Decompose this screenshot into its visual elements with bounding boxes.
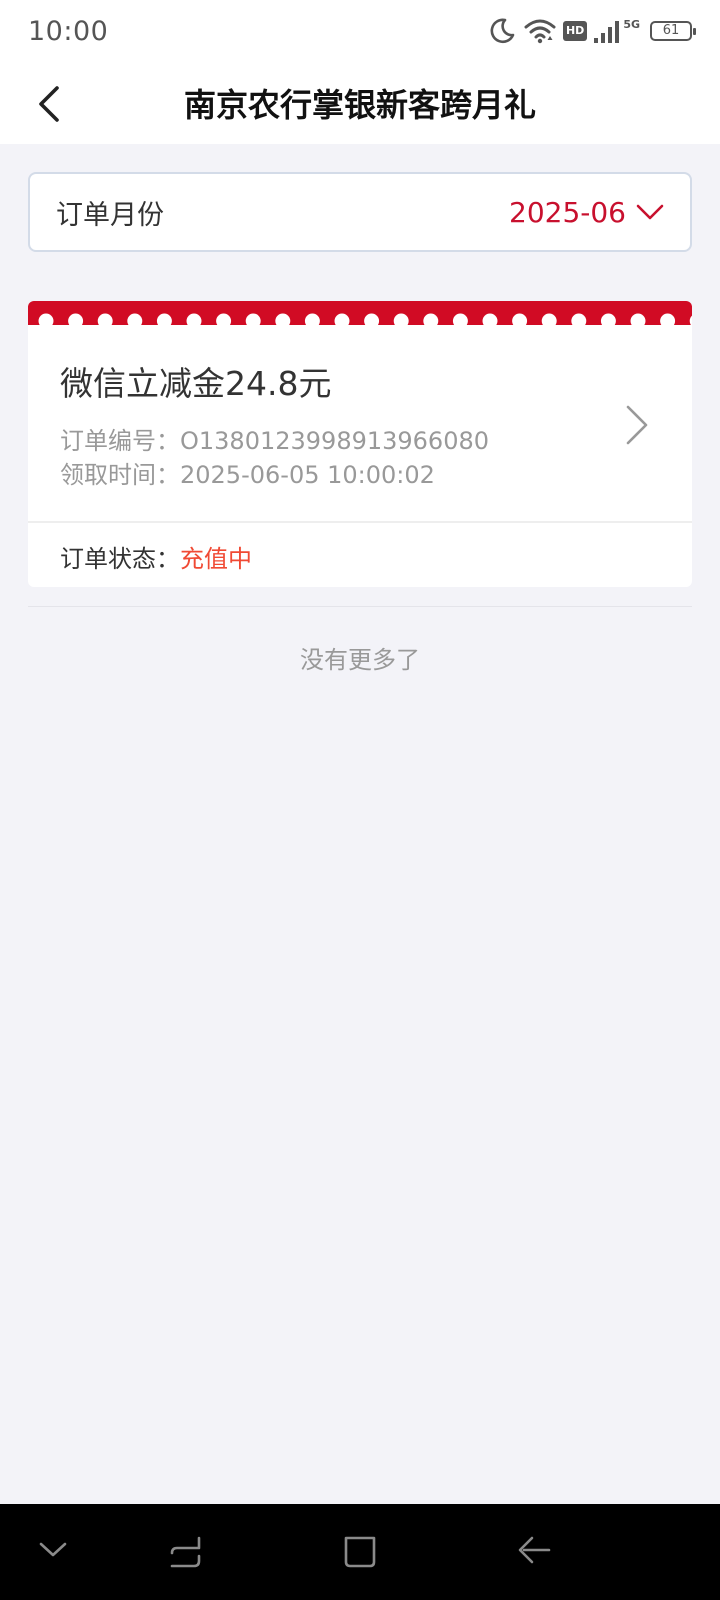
scallop-dot [423,313,439,325]
month-label: 订单月份 [56,199,164,231]
scallop-dot [512,313,528,325]
order-status-label: 订单状态： [60,545,180,573]
scallop-dot [452,313,468,325]
scallop-dot [571,313,587,325]
scallop-dot [68,313,84,325]
scallop-dot [393,313,409,325]
list-end-text: 没有更多了 [300,646,420,674]
network-type: 5G [623,17,640,31]
month-value: 2025-06 [509,195,626,229]
month-dropdown[interactable]: 2025-06 [509,196,664,229]
status-bar: 10:00 HD 5G 61 [0,0,720,62]
card-scallop-band [28,301,692,325]
order-time: 2025-06-05 10:00:02 [180,461,435,489]
order-card[interactable]: 微信立减金24.8元 订单编号：O1380123998913966080 领取时… [28,301,692,587]
month-selector[interactable]: 订单月份 2025-06 [28,172,692,252]
scallop-dot [186,313,202,325]
scallop-dot [660,313,676,325]
scallop-dot [97,313,113,325]
list-divider [28,606,692,607]
scallop-dot [334,313,350,325]
scallop-dot [127,313,143,325]
order-number: O1380123998913966080 [180,427,490,455]
scallop-dot [364,313,380,325]
order-time-label: 领取时间： [60,461,180,489]
battery-level: 61 [662,23,680,38]
scallop-dot [245,313,261,325]
scallop-dot [38,313,54,325]
page-title: 南京农行掌银新客跨月礼 [183,86,536,124]
order-number-label: 订单编号： [60,427,180,455]
system-nav-bar [0,1504,720,1600]
scallop-dot [275,313,291,325]
signal-icon [594,21,620,43]
nav-bar: 南京农行掌银新客跨月礼 [0,62,720,144]
chevron-down-icon[interactable] [38,1534,68,1564]
order-status: 订单状态：充值中 [60,539,252,574]
battery-tip [693,28,696,35]
order-time-line: 领取时间：2025-06-05 10:00:02 [60,455,435,490]
card-divider [28,521,692,523]
scallop-dot [304,313,320,325]
scallop-decoration [38,313,692,325]
wifi-icon [524,19,556,44]
status-time: 10:00 [28,15,109,47]
chevron-right-icon[interactable] [622,403,652,447]
scallop-dot [600,313,616,325]
battery-icon: 61 [650,21,696,41]
moon-icon [490,18,515,44]
scallop-dot [689,315,692,325]
order-status-value: 充值中 [180,545,252,573]
hd-icon: HD [562,21,588,41]
order-number-line: 订单编号：O1380123998913966080 [60,421,489,456]
recents-icon[interactable] [168,1534,204,1570]
chevron-down-icon [636,204,664,220]
scallop-dot [216,313,232,325]
order-main[interactable]: 微信立减金24.8元 订单编号：O1380123998913966080 领取时… [28,325,692,521]
scallop-dot [482,313,498,325]
back-icon[interactable] [516,1534,552,1570]
scallop-dot [541,313,557,325]
status-icons: HD 5G 61 [487,16,696,46]
home-icon[interactable] [342,1534,378,1570]
scallop-dot [630,313,646,325]
order-title: 微信立减金24.8元 [60,364,332,403]
scallop-dot [156,313,172,325]
